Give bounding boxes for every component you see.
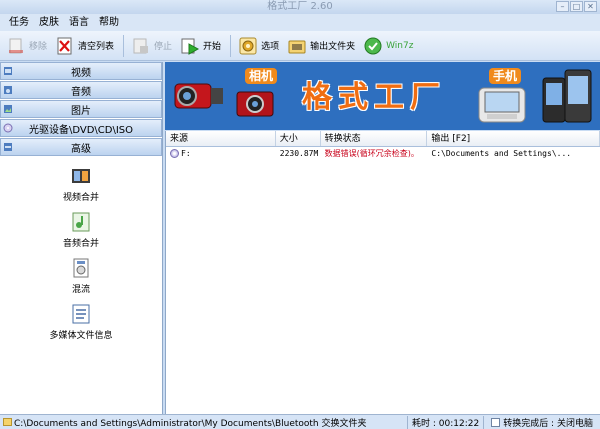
stop-button[interactable]: 停止 <box>128 33 175 59</box>
minimize-button[interactable]: – <box>556 1 569 12</box>
remove-label: 移除 <box>29 42 48 52</box>
photo-camera-icon <box>236 91 274 117</box>
category-audio-label: 音频 <box>71 86 91 98</box>
banner-title: 格式工厂 <box>302 80 446 115</box>
audio-category-icon <box>4 86 12 94</box>
options-label: 选项 <box>261 42 280 52</box>
menu-bar: 任务 皮肤 语言 帮助 <box>0 14 600 31</box>
stop-label: 停止 <box>154 42 173 52</box>
video-camera-icon <box>174 83 223 109</box>
tool-audio-merge-label: 音频合并 <box>62 239 99 249</box>
banner: 相机 格式工厂 手机 <box>165 62 600 130</box>
category-advanced[interactable]: 高级 <box>0 138 162 156</box>
row-size: 2230.87M <box>279 149 319 158</box>
toolbar: 移除 清空列表 停止 开始 选项 输出文件夹 Win7z <box>0 31 600 61</box>
folder-icon <box>3 417 12 426</box>
mux-icon <box>73 258 89 278</box>
output-folder-button[interactable]: 输出文件夹 <box>284 33 358 59</box>
status-bar: C:\Documents and Settings\Administrator\… <box>0 414 600 429</box>
column-output[interactable]: 输出 [F2] <box>427 131 600 146</box>
status-path: C:\Documents and Settings\Administrator\… <box>0 416 403 429</box>
tool-audio-merge[interactable]: 音频合并 <box>0 211 162 251</box>
image-category-icon <box>4 105 12 113</box>
toolbar-separator <box>230 34 232 57</box>
window-title: 格式工厂 2.60 <box>267 1 333 12</box>
window-controls: – □ ✕ <box>556 1 597 12</box>
win7z-button[interactable]: Win7z <box>360 33 416 59</box>
column-size[interactable]: 大小 <box>276 131 321 146</box>
menu-task[interactable]: 任务 <box>4 14 34 31</box>
file-list-header: 来源 大小 转换状态 输出 [F2] <box>166 131 600 147</box>
category-audio[interactable]: 音频 <box>0 81 162 99</box>
category-advanced-label: 高级 <box>71 143 91 155</box>
category-video[interactable]: 视频 <box>0 62 162 80</box>
pda-phone-icon <box>478 87 526 123</box>
category-disc[interactable]: 光驱设备\DVD\CD\ISO <box>0 119 162 137</box>
remove-icon <box>9 38 23 53</box>
clear-list-icon <box>57 37 72 54</box>
start-icon <box>181 38 200 55</box>
tool-video-merge[interactable]: 视频合并 <box>0 165 162 205</box>
video-category-icon <box>4 67 12 75</box>
status-path-text: C:\Documents and Settings\Administrator\… <box>14 418 367 429</box>
elapsed-time: 耗时 : 00:12:22 <box>412 418 480 429</box>
category-disc-label: 光驱设备\DVD\CD\ISO <box>28 124 134 136</box>
output-folder-icon <box>288 40 306 53</box>
tool-mux[interactable]: 混流 <box>0 257 162 297</box>
smartphone-icon <box>542 69 592 123</box>
tool-mux-label: 混流 <box>71 285 90 295</box>
menu-skin[interactable]: 皮肤 <box>34 14 64 31</box>
toolbar-separator <box>123 34 125 57</box>
start-button[interactable]: 开始 <box>177 33 224 59</box>
title-bar: 格式工厂 2.60 – □ ✕ <box>0 0 600 14</box>
column-status[interactable]: 转换状态 <box>321 131 428 146</box>
clear-list-button[interactable]: 清空列表 <box>52 33 117 59</box>
close-button[interactable]: ✕ <box>584 1 597 12</box>
tool-video-merge-label: 视频合并 <box>62 193 99 203</box>
row-status: 数据错误(循环冗余检查)。 <box>324 149 419 158</box>
left-panel: 视频 音频 图片 光驱设备\DVD\CD\ISO 高级 视频合并 音频合并 混流… <box>0 62 163 414</box>
disc-icon <box>170 149 179 158</box>
category-image-label: 图片 <box>71 105 91 117</box>
after-convert-label: 转换完成后 : 关闭电脑 <box>503 418 593 429</box>
category-image[interactable]: 图片 <box>0 100 162 118</box>
row-source-cell: F: <box>166 147 276 160</box>
row-output: C:\Documents and Settings\... <box>431 149 572 158</box>
status-separator <box>483 415 485 429</box>
remove-button[interactable]: 移除 <box>3 33 50 59</box>
options-gear-icon <box>239 37 257 54</box>
advanced-tools: 视频合并 音频合并 混流 多媒体文件信息 <box>0 157 162 343</box>
output-folder-label: 输出文件夹 <box>310 42 356 52</box>
category-video-label: 视频 <box>71 67 91 79</box>
options-button[interactable]: 选项 <box>235 33 282 59</box>
stop-icon <box>133 38 149 53</box>
after-convert-checkbox[interactable] <box>491 417 501 427</box>
win7z-label: Win7z <box>386 40 414 51</box>
start-label: 开始 <box>203 42 222 52</box>
video-merge-icon <box>72 169 90 183</box>
menu-help[interactable]: 帮助 <box>94 14 124 31</box>
file-list: 来源 大小 转换状态 输出 [F2] F: 2230.87M 数据错误(循环冗余… <box>165 131 600 414</box>
media-info-icon <box>72 304 90 324</box>
advanced-category-icon <box>4 143 12 151</box>
tool-media-info[interactable]: 多媒体文件信息 <box>0 303 162 343</box>
row-source: F: <box>181 149 191 158</box>
column-source[interactable]: 来源 <box>166 131 276 146</box>
banner-camera-tag: 相机 <box>245 68 278 84</box>
status-separator <box>407 415 408 429</box>
clear-list-label: 清空列表 <box>78 42 115 52</box>
audio-merge-icon <box>72 212 90 232</box>
banner-phone-tag: 手机 <box>489 68 522 84</box>
file-row[interactable]: F: 2230.87M 数据错误(循环冗余检查)。 C:\Documents a… <box>166 147 600 160</box>
win7z-icon <box>364 37 382 54</box>
tool-media-info-label: 多媒体文件信息 <box>49 331 113 341</box>
menu-language[interactable]: 语言 <box>64 14 94 31</box>
disc-category-icon <box>3 123 13 133</box>
maximize-button[interactable]: □ <box>570 1 583 12</box>
